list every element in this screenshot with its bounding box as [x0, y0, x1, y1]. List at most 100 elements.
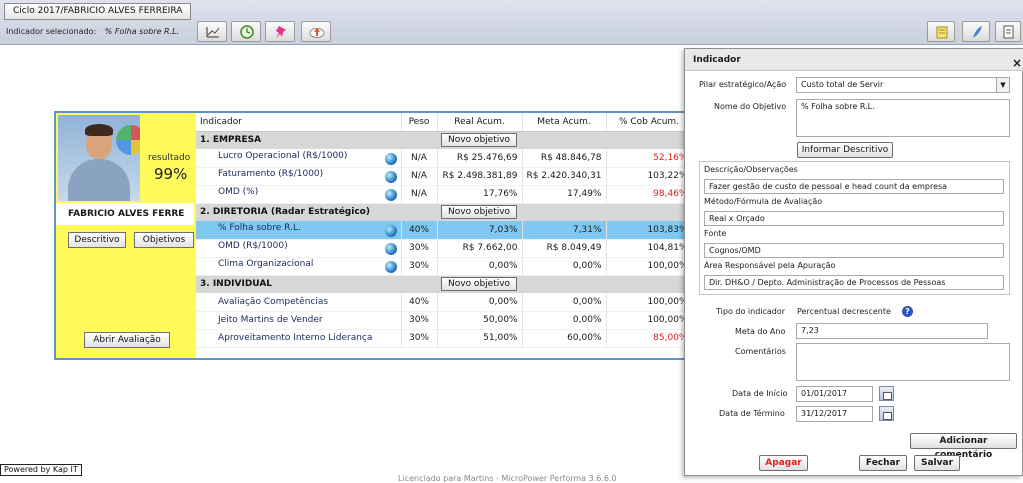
table-row[interactable]: % Folha sobre R.L. 40% 7,03% 7,31% 103,83%: [196, 221, 693, 240]
cell-peso: N/A: [401, 167, 438, 186]
table-row[interactable]: Avaliação Competências 40% 0,00% 0,00% 100,0…: [196, 293, 693, 312]
help-icon[interactable]: ?: [902, 306, 913, 317]
fonte-label: Fonte: [704, 229, 727, 238]
person-name: FABRICIO ALVES FERRE: [56, 203, 194, 225]
abrir-avaliacao-button[interactable]: Abrir Avaliação: [84, 332, 170, 348]
cell-meta: 0,00%: [522, 311, 607, 330]
result-label: resultado: [148, 153, 191, 163]
table-body: 1. EMPRESA Novo objetivo Lucro Operacional…: [196, 131, 693, 348]
globe-icon[interactable]: [384, 171, 397, 183]
new-objective-button[interactable]: Novo objetivo: [441, 205, 518, 220]
table-row[interactable]: OMD (R$/1000) 30% R$ 7.662,00 R$ 8.049,49 10…: [196, 239, 693, 258]
termino-field[interactable]: 31/12/2017: [796, 406, 873, 422]
indicator-name[interactable]: Faturamento (R$/1000): [218, 169, 323, 179]
cell-real: 0,00%: [437, 257, 523, 276]
cell-meta: 60,00%: [522, 329, 607, 348]
fechar-button[interactable]: Fechar: [859, 455, 907, 471]
area-field[interactable]: Dir. DH&O / Depto. Administração de Proc…: [704, 275, 1004, 290]
notes-icon: [936, 26, 948, 39]
cell-peso: 30%: [401, 257, 438, 276]
indicator-table: Indicador Peso Real Acum. Meta Acum. % C…: [196, 113, 693, 348]
cell-real: 7,03%: [437, 221, 523, 240]
chart-button[interactable]: [197, 21, 227, 42]
objetivo-field[interactable]: % Folha sobre R.L.: [796, 99, 1010, 137]
close-icon[interactable]: ×: [1012, 52, 1022, 74]
cell-meta: 0,00%: [522, 293, 607, 312]
table-row[interactable]: Clima Organizacional 30% 0,00% 0,00% 100,00%: [196, 257, 693, 276]
inicio-field[interactable]: 01/01/2017: [796, 386, 873, 402]
pin-button[interactable]: [265, 21, 295, 42]
indicator-name[interactable]: Jeito Martins de Vender: [218, 315, 323, 325]
col-indicador[interactable]: Indicador: [196, 113, 402, 132]
cell-meta: R$ 8.049,49: [522, 239, 607, 258]
clock-icon: [240, 25, 254, 39]
chevron-down-icon[interactable]: ▼: [996, 78, 1009, 92]
indicator-name[interactable]: Aproveitamento Interno Liderança: [218, 333, 372, 343]
notes-button[interactable]: [927, 21, 955, 42]
meta-field[interactable]: 7,23: [796, 323, 988, 339]
indicator-name[interactable]: OMD (%): [218, 187, 258, 197]
globe-icon[interactable]: [384, 261, 397, 273]
cell-cob: 98,46%: [606, 185, 693, 204]
globe-icon[interactable]: [384, 189, 397, 201]
indicator-name[interactable]: Lucro Operacional (R$/1000): [218, 151, 347, 161]
cell-cob: 103,22%: [606, 167, 693, 186]
calendar-icon[interactable]: [879, 406, 894, 421]
feather-icon: [973, 26, 982, 38]
calendar-icon[interactable]: [879, 386, 894, 401]
cell-peso: 40%: [401, 293, 438, 312]
col-peso[interactable]: Peso: [401, 113, 438, 132]
section-title: 1. EMPRESA: [196, 131, 437, 149]
comentarios-label: Comentários: [735, 347, 786, 356]
new-objective-button[interactable]: Novo objetivo: [441, 133, 518, 148]
adicionar-comentario-button[interactable]: Adicionar comentário: [910, 433, 1017, 460]
avatar: [58, 115, 140, 201]
clock-button[interactable]: [231, 21, 261, 42]
informar-descritivo-button[interactable]: Informar Descritivo: [797, 142, 893, 158]
cell-real: 51,00%: [437, 329, 523, 348]
fonte-field[interactable]: Cognos/OMD: [704, 243, 1004, 258]
descritivo-button[interactable]: Descritivo: [68, 232, 126, 248]
table-row[interactable]: Faturamento (R$/1000) N/A R$ 2.498.381,89 R…: [196, 167, 693, 186]
cell-cob: 100,00%: [606, 293, 693, 312]
termino-label: Data de Término: [719, 409, 785, 418]
cell-real: R$ 7.662,00: [437, 239, 523, 258]
indicator-name[interactable]: Avaliação Competências: [218, 297, 328, 307]
section-row: 1. EMPRESA Novo objetivo: [196, 131, 692, 149]
section-row: 2. DIRETORIA (Radar Estratégico) Novo obj…: [196, 203, 692, 221]
globe-icon[interactable]: [384, 152, 397, 165]
salvar-button[interactable]: Salvar: [914, 455, 960, 471]
globe-icon[interactable]: [384, 243, 397, 255]
descricao-label: Descrição/Observações: [704, 165, 798, 174]
table-row[interactable]: Lucro Operacional (R$/1000) N/A R$ 25.476,…: [196, 149, 693, 168]
objetivo-label: Nome do Objetivo: [714, 102, 787, 111]
apagar-button[interactable]: Apagar: [759, 455, 808, 471]
feather-button[interactable]: [962, 21, 990, 42]
table-row[interactable]: OMD (%) N/A 17,76% 17,49% 98,46%: [196, 185, 693, 204]
objetivos-button[interactable]: Objetivos: [134, 232, 194, 248]
section-title: 3. INDIVIDUAL: [196, 275, 437, 293]
document-button[interactable]: [995, 21, 1021, 42]
upload-button[interactable]: [301, 21, 331, 42]
scorecard-panel: resultado 99% FABRICIO ALVES FERRE Descr…: [54, 111, 694, 360]
table-row[interactable]: Jeito Martins de Vender 30% 50,00% 0,00% 100…: [196, 311, 693, 330]
indicator-name[interactable]: OMD (R$/1000): [218, 241, 288, 251]
cell-cob: 103,83%: [606, 221, 693, 240]
col-cob[interactable]: % Cob Acum.: [606, 113, 693, 132]
col-real[interactable]: Real Acum.: [437, 113, 523, 132]
globe-icon[interactable]: [384, 224, 397, 237]
cycle-button[interactable]: Ciclo 2017/FABRICIO ALVES FERREIRA: [4, 3, 192, 20]
new-objective-button[interactable]: Novo objetivo: [441, 277, 518, 292]
pilar-select[interactable]: Custo total de Servir ▼: [796, 77, 1010, 93]
cell-real: 50,00%: [437, 311, 523, 330]
table-row[interactable]: Aproveitamento Interno Liderança 30% 51,00…: [196, 329, 693, 348]
cell-peso: N/A: [401, 185, 438, 204]
chart-icon: [206, 27, 220, 38]
col-meta[interactable]: Meta Acum.: [522, 113, 607, 132]
descricao-field[interactable]: Fazer gestão de custo de pessoal e head …: [704, 179, 1004, 194]
indicator-name[interactable]: % Folha sobre R.L.: [218, 223, 301, 233]
indicator-name[interactable]: Clima Organizacional: [218, 259, 313, 269]
cell-cob: 100,00%: [606, 311, 693, 330]
metodo-field[interactable]: Real x Orçado: [704, 211, 1004, 226]
comentarios-field[interactable]: [796, 343, 1010, 381]
